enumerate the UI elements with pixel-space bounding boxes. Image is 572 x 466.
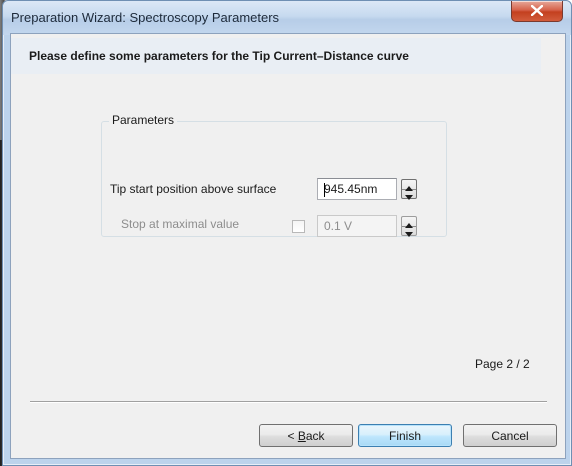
stop-max-value: 0.1 V xyxy=(324,219,353,233)
tip-start-input[interactable]: 945.45nm xyxy=(317,178,397,200)
stop-max-checkbox[interactable] xyxy=(292,220,305,233)
spin-down-button[interactable] xyxy=(402,226,416,237)
cancel-button[interactable]: Cancel xyxy=(463,424,557,447)
back-accelerator: B xyxy=(297,429,306,443)
close-x-icon xyxy=(531,5,543,16)
back-label-rest: ack xyxy=(305,429,325,443)
page-indicator: Page 2 / 2 xyxy=(475,357,530,371)
tip-start-spinner[interactable] xyxy=(401,179,417,200)
footer-separator xyxy=(30,401,547,403)
wizard-window: Preparation Wizard: Spectroscopy Paramet… xyxy=(2,0,572,466)
dialog-client-area xyxy=(10,33,566,459)
parameters-group-label: Parameters xyxy=(109,113,178,127)
wizard-header: Please define some parameters for the Ti… xyxy=(11,38,541,74)
text-caret xyxy=(324,183,325,197)
tip-start-value: 945.45nm xyxy=(324,182,378,196)
back-button[interactable]: < Back xyxy=(259,424,353,447)
screen: Preparation Wizard: Spectroscopy Paramet… xyxy=(0,0,572,466)
window-title: Preparation Wizard: Spectroscopy Paramet… xyxy=(11,10,280,25)
stop-max-input[interactable]: 0.1 V xyxy=(317,215,397,237)
triangle-down-icon xyxy=(405,195,413,200)
triangle-down-icon xyxy=(405,232,413,237)
finish-button[interactable]: Finish xyxy=(358,424,452,447)
spin-down-button[interactable] xyxy=(402,189,416,200)
stop-max-spinner[interactable] xyxy=(401,216,417,237)
close-button[interactable] xyxy=(511,1,563,22)
title-bar[interactable]: Preparation Wizard: Spectroscopy Paramet… xyxy=(3,1,571,35)
back-prefix: < xyxy=(287,429,298,443)
tip-start-label: Tip start position above surface xyxy=(110,182,277,196)
stop-max-label: Stop at maximal value xyxy=(121,217,240,231)
wizard-instruction: Please define some parameters for the Ti… xyxy=(29,49,409,63)
